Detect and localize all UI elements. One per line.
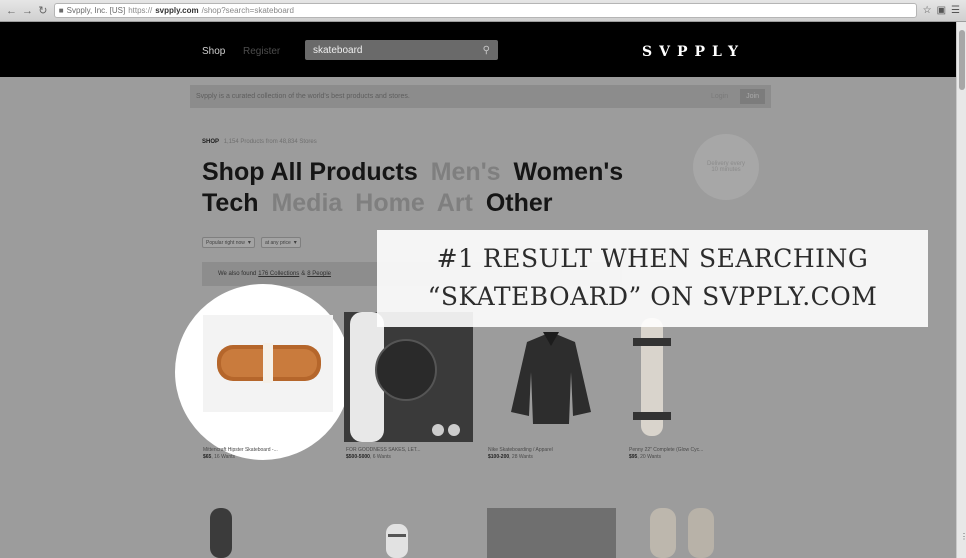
category-home[interactable]: Home <box>355 189 424 217</box>
found-separator: & <box>301 271 306 277</box>
site-header: Shop Register skateboard ⚲ SVPPLY <box>0 22 956 77</box>
intro-text: Svpply is a curated collection of the wo… <box>196 93 410 100</box>
product-wants: 28 Wants <box>511 454 533 460</box>
search-input[interactable]: skateboard ⚲ <box>305 40 498 60</box>
filter-bar: Popular right now ▾ at any price ▾ <box>202 237 301 248</box>
forward-icon[interactable]: → <box>22 5 33 17</box>
annotation-overlay: #1 RESULT WHEN SEARCHING “SKATEBOARD” ON… <box>377 230 928 327</box>
sort-select[interactable]: Popular right now ▾ <box>202 237 255 248</box>
lock-icon: ■ <box>58 6 64 15</box>
category-mens[interactable]: Men's <box>431 158 501 186</box>
page-viewport: Shop Register skateboard ⚲ SVPPLY Svpply… <box>0 22 956 558</box>
shop-count: 1,154 Products from 48,834 Stores <box>223 139 317 145</box>
search-value: skateboard <box>313 44 363 56</box>
product-caption[interactable]: FOR GOODNESS SAKES, LET... $500-5000, 6 … <box>346 447 466 461</box>
ev-certificate-label: Svpply, Inc. [US] <box>66 6 126 15</box>
browser-actions: ☆ ▣ ☰ <box>923 5 960 16</box>
back-icon[interactable]: ← <box>6 5 17 17</box>
product-name: Mittencraft Hipster Skateboard -... <box>203 447 278 453</box>
address-bar[interactable]: ■ Svpply, Inc. [US] https:// svpply.com … <box>53 3 917 18</box>
extension-icon[interactable]: ▣ <box>937 5 946 16</box>
product-wants: 16 Wants <box>214 454 236 460</box>
product-image-8[interactable] <box>648 508 718 558</box>
product-caption[interactable]: Mittencraft Hipster Skateboard -... $65,… <box>203 447 323 461</box>
category-womens[interactable]: Women's <box>514 158 624 186</box>
product-name: FOR GOODNESS SAKES, LET... <box>346 447 421 453</box>
nav-shop-link[interactable]: Shop <box>202 46 225 57</box>
product-price: $65 <box>203 454 212 460</box>
category-tech[interactable]: Tech <box>202 189 259 217</box>
chevron-down-icon: ▾ <box>247 240 251 246</box>
product-caption[interactable]: Nike Skateboarding / Apparel $100-200, 2… <box>488 447 608 461</box>
product-wants: 20 Wants <box>640 454 662 460</box>
nav-register-link[interactable]: Register <box>243 46 280 57</box>
join-button[interactable]: Join <box>740 89 765 104</box>
product-image-5[interactable] <box>206 508 236 558</box>
search-icon[interactable]: ⚲ <box>483 45 490 56</box>
promo-badge[interactable]: Delivery every 10 minutes <box>693 134 759 200</box>
category-art[interactable]: Art <box>437 189 473 217</box>
product-name: Nike Skateboarding / Apparel <box>488 447 553 453</box>
intro-banner: Svpply is a curated collection of the wo… <box>190 85 771 108</box>
category-nav: Shop All Products Men's Women's Tech Med… <box>202 157 722 219</box>
product-caption[interactable]: Penny 22" Complete (Glow Cyc... $95, 20 … <box>629 447 749 461</box>
menu-icon[interactable]: ☰ <box>951 5 960 16</box>
url-domain: svpply.com <box>155 6 199 15</box>
category-media[interactable]: Media <box>271 189 342 217</box>
price-select-value: at any price <box>264 239 291 246</box>
product-image-2[interactable] <box>344 312 473 442</box>
product-image-4[interactable] <box>627 312 677 442</box>
shop-meta: SHOP 1,154 Products from 48,834 Stores <box>202 139 317 145</box>
product-price: $100-200 <box>488 454 510 460</box>
login-link[interactable]: Login <box>711 93 728 100</box>
product-price: $95 <box>629 454 638 460</box>
annotation-line-1: #1 RESULT WHEN SEARCHING <box>436 244 869 273</box>
product-image-skateboard[interactable] <box>203 315 333 412</box>
shop-tag: SHOP <box>202 139 220 145</box>
product-wants: 6 Wants <box>372 454 391 460</box>
annotation-line-2: “SKATEBOARD” ON SVPPLY.COM <box>427 282 878 311</box>
url-scheme: https:// <box>128 6 153 15</box>
found-prefix: We also found <box>218 271 257 277</box>
product-image-7[interactable] <box>487 508 616 558</box>
vertical-scrollbar[interactable]: ⋮ <box>956 22 966 558</box>
people-link[interactable]: 8 People <box>307 271 331 277</box>
reload-icon[interactable]: ↻ <box>38 4 48 17</box>
price-select[interactable]: at any price ▾ <box>260 237 301 248</box>
site-logo[interactable]: SVPPLY <box>642 44 745 60</box>
scrollbar-thumb[interactable] <box>959 30 965 90</box>
sort-select-value: Popular right now <box>206 239 245 246</box>
url-path: /shop?search=skateboard <box>201 6 294 15</box>
category-shop-all[interactable]: Shop All Products <box>202 158 418 186</box>
scroll-grip-icon: ⋮ <box>960 532 966 541</box>
product-price: $500-5000 <box>346 454 370 460</box>
product-image-6[interactable] <box>384 524 410 558</box>
product-image-3[interactable] <box>487 312 616 442</box>
star-icon[interactable]: ☆ <box>923 5 932 16</box>
product-name: Penny 22" Complete (Glow Cyc... <box>629 447 704 453</box>
collections-link[interactable]: 176 Collections <box>258 271 299 277</box>
chevron-down-icon: ▾ <box>293 240 297 246</box>
category-other[interactable]: Other <box>486 189 553 217</box>
browser-toolbar: ← → ↻ ■ Svpply, Inc. [US] https:// svppl… <box>0 0 966 22</box>
